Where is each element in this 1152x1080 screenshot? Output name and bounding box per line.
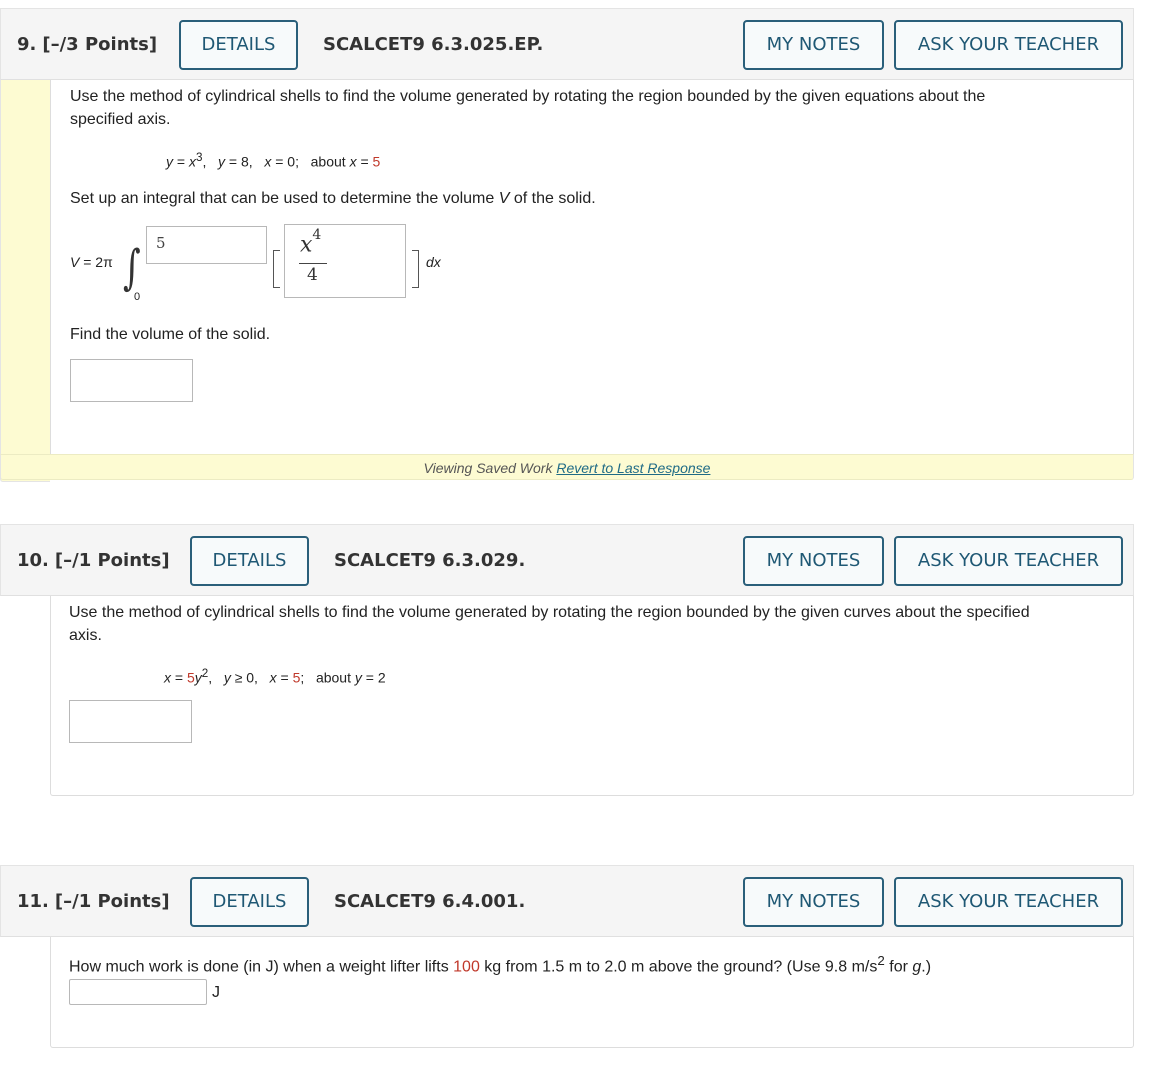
question-header: 9. [–/3 Points] DETAILS SCALCET9 6.3.025.… (0, 8, 1134, 80)
lower-limit: 0 (134, 291, 141, 303)
question-code: SCALCET9 6.4.001. (334, 891, 526, 912)
saved-work-stripe (0, 80, 50, 482)
question-body: Use the method of cylindrical shells to … (50, 596, 1134, 796)
integrand-input[interactable]: x4 4 (284, 224, 406, 298)
saved-work-bar: Viewing Saved Work Revert to Last Respon… (0, 454, 1134, 480)
question-10: 10. [–/1 Points] DETAILS SCALCET9 6.3.029… (0, 524, 1134, 798)
question-body: How much work is done (in J) when a weig… (50, 937, 1134, 1048)
ask-your-teacher-button[interactable]: ASK YOUR TEACHER (894, 20, 1123, 70)
answer-input[interactable] (69, 700, 192, 743)
question-code: SCALCET9 6.3.025.EP. (323, 34, 544, 55)
setup-instruction: Set up an integral that can be used to d… (70, 190, 596, 207)
details-button[interactable]: DETAILS (179, 20, 298, 70)
ask-your-teacher-button[interactable]: ASK YOUR TEACHER (894, 536, 1123, 586)
given-equations: y = x3, y = 8, x = 0; about x = 5 (166, 151, 381, 170)
question-header: 11. [–/1 Points] DETAILS SCALCET9 6.4.001… (0, 865, 1134, 937)
details-button[interactable]: DETAILS (190, 536, 309, 586)
work-answer-input[interactable] (69, 979, 207, 1005)
question-number: 11. [–/1 Points] (17, 891, 170, 912)
question-code: SCALCET9 6.3.029. (334, 550, 526, 571)
right-bracket (412, 250, 419, 288)
question-body: Use the method of cylindrical shells to … (50, 80, 1134, 454)
points-label: [–/1 Points] (54, 550, 170, 571)
volume-lhs: V = 2π (70, 254, 113, 270)
ask-your-teacher-button[interactable]: ASK YOUR TEACHER (894, 877, 1123, 927)
integral-sign: ∫ (123, 240, 141, 296)
my-notes-button[interactable]: MY NOTES (743, 20, 884, 70)
question-prompt: How much work is done (in J) when a weig… (69, 953, 932, 976)
upper-limit-input[interactable]: 5 (146, 226, 267, 264)
unit-label: J (212, 984, 220, 1001)
question-11: 11. [–/1 Points] DETAILS SCALCET9 6.4.001… (0, 865, 1134, 1049)
points-label: [–/3 Points] (42, 34, 158, 55)
my-notes-button[interactable]: MY NOTES (743, 536, 884, 586)
question-9: 9. [–/3 Points] DETAILS SCALCET9 6.3.025.… (0, 8, 1134, 482)
axis-value: 5 (372, 153, 381, 170)
question-prompt: Use the method of cylindrical shells to … (70, 88, 986, 128)
details-button[interactable]: DETAILS (190, 877, 309, 927)
differential: dx (426, 254, 441, 270)
my-notes-button[interactable]: MY NOTES (743, 877, 884, 927)
points-label: [–/1 Points] (54, 891, 170, 912)
find-volume-text: Find the volume of the solid. (70, 326, 271, 343)
question-number: 10. [–/1 Points] (17, 550, 170, 571)
question-prompt: Use the method of cylindrical shells to … (69, 604, 1030, 644)
question-number: 9. [–/3 Points] (17, 34, 158, 55)
revert-to-last-response-link[interactable]: Revert to Last Response (556, 460, 710, 476)
mass-value: 100 (453, 958, 480, 976)
left-bracket (273, 250, 280, 288)
volume-answer-input[interactable] (70, 359, 193, 402)
question-header: 10. [–/1 Points] DETAILS SCALCET9 6.3.029… (0, 524, 1134, 596)
given-equations: x = 5y2, y ≥ 0, x = 5; about y = 2 (164, 667, 386, 686)
